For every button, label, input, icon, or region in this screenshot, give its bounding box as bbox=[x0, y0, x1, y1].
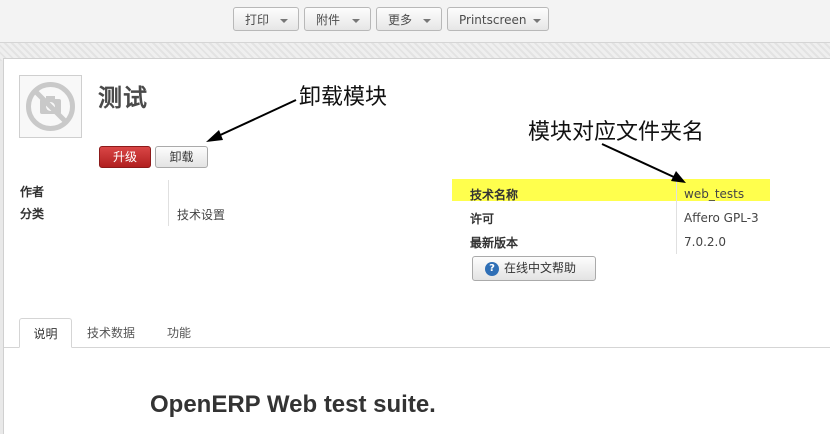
annotation-arrows bbox=[206, 99, 686, 183]
arrow-to-uninstall bbox=[206, 99, 297, 142]
arrow-to-technical-name bbox=[601, 143, 686, 183]
